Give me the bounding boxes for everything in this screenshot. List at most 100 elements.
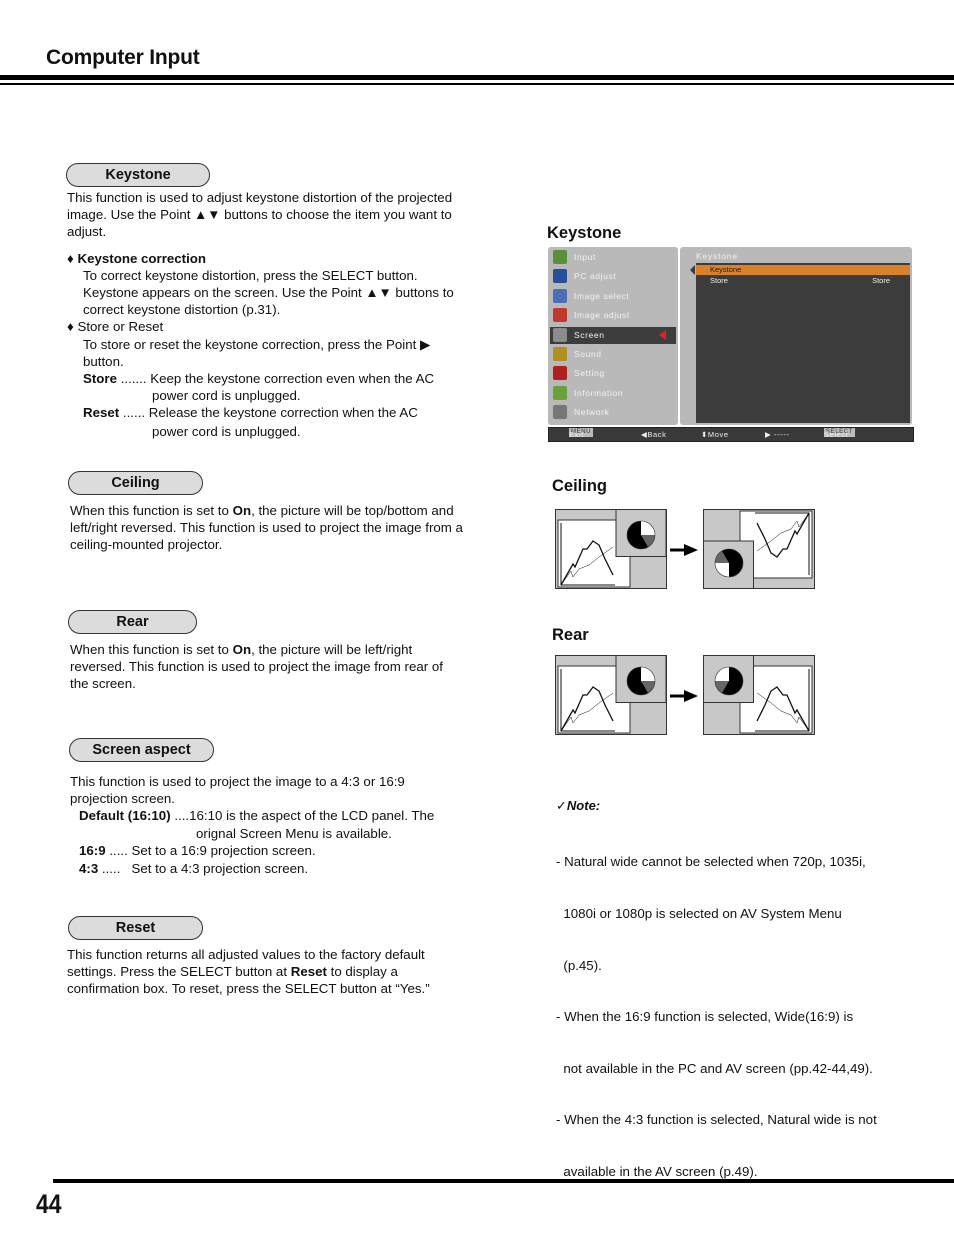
osd-menu-item[interactable]: Setting: [550, 365, 676, 382]
header-rule: [0, 75, 954, 80]
option-desc: power cord is unplugged.: [152, 388, 301, 404]
text-bold: On: [232, 503, 252, 518]
osd-menu-screenshot: Input PC adjust Image select Image adjust Sc…: [548, 247, 914, 442]
selected-arrow-icon: [659, 329, 666, 340]
osd-menu-item-label: PC adjust: [574, 271, 617, 282]
screen-aspect-description: This function is used to project the ima…: [70, 773, 510, 877]
text-span: to display a: [326, 964, 398, 980]
osd-panel-title: Keystone: [696, 251, 738, 261]
note-line: not available in the PC and AV screen (p…: [556, 1060, 873, 1076]
text-line: projection screen.: [70, 791, 175, 807]
text-line: ceiling-mounted projector.: [70, 537, 223, 553]
osd-main-menu: Input PC adjust Image select Image adjust Sc…: [548, 247, 678, 425]
option-key: Reset: [83, 405, 120, 421]
note-list: - Natural wide cannot be selected when 7…: [556, 819, 916, 1197]
osd-pointer-icon: [690, 265, 695, 275]
text-line: confirmation box. To reset, press the SE…: [67, 981, 430, 997]
option-dots: .....: [98, 861, 132, 877]
osd-menu-item[interactable]: Information: [550, 385, 676, 402]
osd-menu-item-label: Information: [574, 387, 624, 398]
text-bold: Reset: [290, 964, 327, 980]
osd-menu-item[interactable]: Image select: [550, 288, 676, 305]
text-line: reversed. This function is used to proje…: [70, 659, 443, 675]
rear-after-illustration: [703, 655, 815, 735]
osd-row-store[interactable]: Store Store: [696, 276, 910, 286]
option-key: 16:9: [79, 842, 106, 858]
osd-row-label: Store: [710, 276, 728, 285]
option-key: 4:3: [79, 861, 99, 877]
store-or-reset-title: ♦ Store or Reset: [67, 319, 164, 335]
keystone-description: This function is used to adjust keystone…: [67, 189, 507, 440]
option-16-9: 16:9 ..... Set to a 16:9 projection scre…: [70, 842, 510, 859]
text-line: left/right reversed. This function is us…: [70, 520, 463, 536]
osd-next-hint: ▶ -----: [765, 430, 790, 439]
osd-menu-item[interactable]: Network: [550, 404, 676, 421]
note-line: 1080i or 1080p is selected on AV System …: [556, 906, 842, 922]
option-reset: Reset ...... Release the keystone correc…: [67, 404, 507, 439]
option-key: Store: [83, 371, 117, 387]
network-icon: [553, 405, 567, 420]
osd-menu-item[interactable]: Input: [550, 249, 676, 266]
note-line: (p.45).: [556, 957, 602, 973]
option-desc: Release the keystone correction when the…: [148, 405, 418, 421]
text-line: correct keystone distortion (p.31).: [83, 302, 281, 318]
option-dots: .......: [117, 371, 147, 387]
note-line: - Natural wide cannot be selected when 7…: [556, 854, 866, 870]
option-desc: 16:10 is the aspect of the LCD panel. Th…: [189, 808, 435, 824]
text-line: button.: [83, 353, 124, 369]
osd-menu-item-label: Setting: [574, 368, 605, 379]
osd-menu-item-label: Sound: [574, 349, 602, 359]
note-header: ✓Note:: [556, 797, 600, 815]
text-line: This function is used to adjust keystone…: [67, 190, 453, 205]
text-bold: On: [232, 642, 252, 657]
option-default: Default (16:10) ....16:10 is the aspect …: [70, 807, 510, 824]
keystone-correction-title: ♦ Keystone correction: [67, 250, 207, 266]
rear-before-illustration: [555, 655, 667, 735]
screen-icon: [553, 327, 567, 342]
text-line: image. Use the Point ▲▼ buttons to choos…: [67, 207, 452, 223]
arrow-right-icon: [670, 690, 698, 702]
text-span: , the picture will be top/bottom and: [251, 503, 454, 518]
osd-move-hint: ⬍Move: [701, 430, 729, 439]
osd-menu-item-label: Image select: [574, 290, 630, 301]
ceiling-after-illustration: [703, 509, 815, 589]
osd-menu-item[interactable]: Image adjust: [550, 307, 676, 324]
section-heading-ceiling: Ceiling: [68, 471, 203, 495]
osd-menu-item-label: Screen: [574, 329, 605, 340]
osd-menu-item[interactable]: Sound: [550, 346, 676, 363]
hint-label: Exit: [569, 430, 584, 439]
header-rule-thin: [0, 83, 954, 85]
osd-menu-item-label: Image adjust: [574, 310, 630, 321]
option-desc: Keep the keystone correction even when t…: [150, 371, 435, 387]
note-title: Note:: [566, 798, 601, 813]
reset-description: This function returns all adjusted value…: [67, 946, 507, 998]
osd-menu-item[interactable]: Screen: [550, 326, 676, 344]
page-title: Computer Input: [46, 46, 200, 69]
note-line: available in the AV screen (p.49).: [556, 1164, 758, 1180]
option-desc: orignal Screen Menu is available.: [196, 825, 392, 841]
option-dots: .....: [105, 842, 132, 858]
option-store: Store ....... Keep the keystone correcti…: [67, 370, 507, 404]
option-dots: ......: [119, 405, 146, 421]
input-icon: [553, 250, 567, 264]
text-span: , the picture will be left/right: [251, 642, 413, 657]
text-line: the screen.: [70, 676, 136, 692]
text-line: To store or reset the keystone correctio…: [83, 336, 431, 352]
speaker-icon: [553, 347, 567, 361]
image-adjust-icon: [553, 308, 567, 323]
osd-row-value: Store: [872, 276, 890, 285]
figure-title-ceiling: Ceiling: [552, 477, 608, 495]
note-line: - When the 4:3 function is selected, Nat…: [556, 1112, 877, 1128]
osd-panel: Keystone Store Store: [696, 263, 910, 423]
osd-row-keystone[interactable]: Keystone: [696, 265, 910, 275]
checkmark-icon: ✓: [556, 798, 567, 813]
text-span: When this function is set to: [70, 642, 233, 657]
page-number: 44: [36, 1189, 62, 1219]
option-4-3: 4:3 ..... Set to a 4:3 projection screen…: [70, 860, 510, 877]
section-heading-rear: Rear: [68, 610, 197, 634]
ceiling-description: When this function is set to On, the pic…: [70, 502, 510, 554]
note-line: - When the 16:9 function is selected, Wi…: [556, 1009, 854, 1025]
info-icon: [553, 385, 567, 400]
section-heading-reset: Reset: [68, 916, 203, 940]
osd-menu-item[interactable]: PC adjust: [550, 268, 676, 285]
